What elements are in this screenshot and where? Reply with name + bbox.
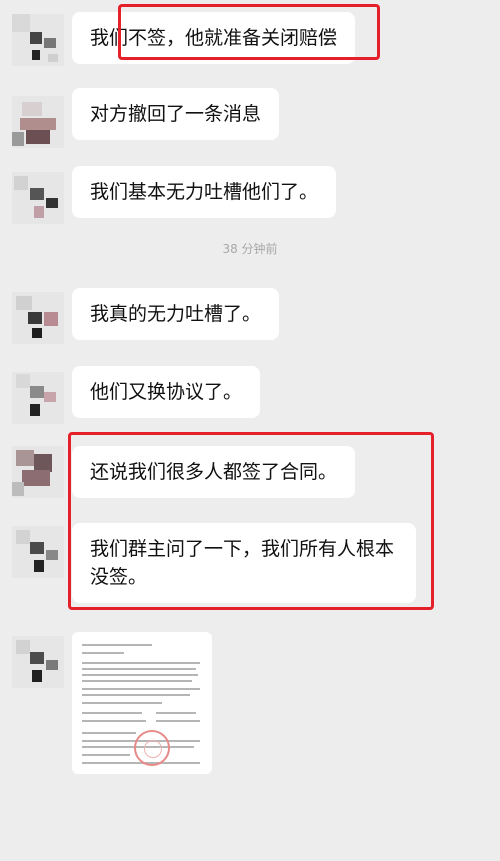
avatar[interactable] bbox=[12, 636, 64, 688]
avatar[interactable] bbox=[12, 526, 64, 578]
document-image-message[interactable] bbox=[72, 632, 212, 774]
message-bubble[interactable]: 我真的无力吐槽了。 bbox=[72, 288, 280, 340]
avatar[interactable] bbox=[12, 292, 64, 344]
highlight-box bbox=[68, 432, 434, 610]
avatar[interactable] bbox=[12, 14, 64, 66]
avatar[interactable] bbox=[12, 172, 64, 224]
avatar[interactable] bbox=[12, 446, 64, 498]
red-seal-stamp bbox=[134, 730, 170, 766]
chat-message-list[interactable]: 我们不签，他就准备关闭赔偿 对方撤回了一条消息 我们基本无力吐槽他们了。 38 … bbox=[0, 0, 500, 861]
message-bubble[interactable]: 他们又换协议了。 bbox=[72, 366, 261, 418]
avatar[interactable] bbox=[12, 372, 64, 424]
recalled-message-notice: 对方撤回了一条消息 bbox=[72, 88, 280, 140]
highlight-box bbox=[118, 4, 380, 60]
timestamp: 38 分钟前 bbox=[222, 242, 278, 256]
avatar[interactable] bbox=[12, 96, 64, 148]
message-bubble[interactable]: 我们基本无力吐槽他们了。 bbox=[72, 166, 337, 218]
